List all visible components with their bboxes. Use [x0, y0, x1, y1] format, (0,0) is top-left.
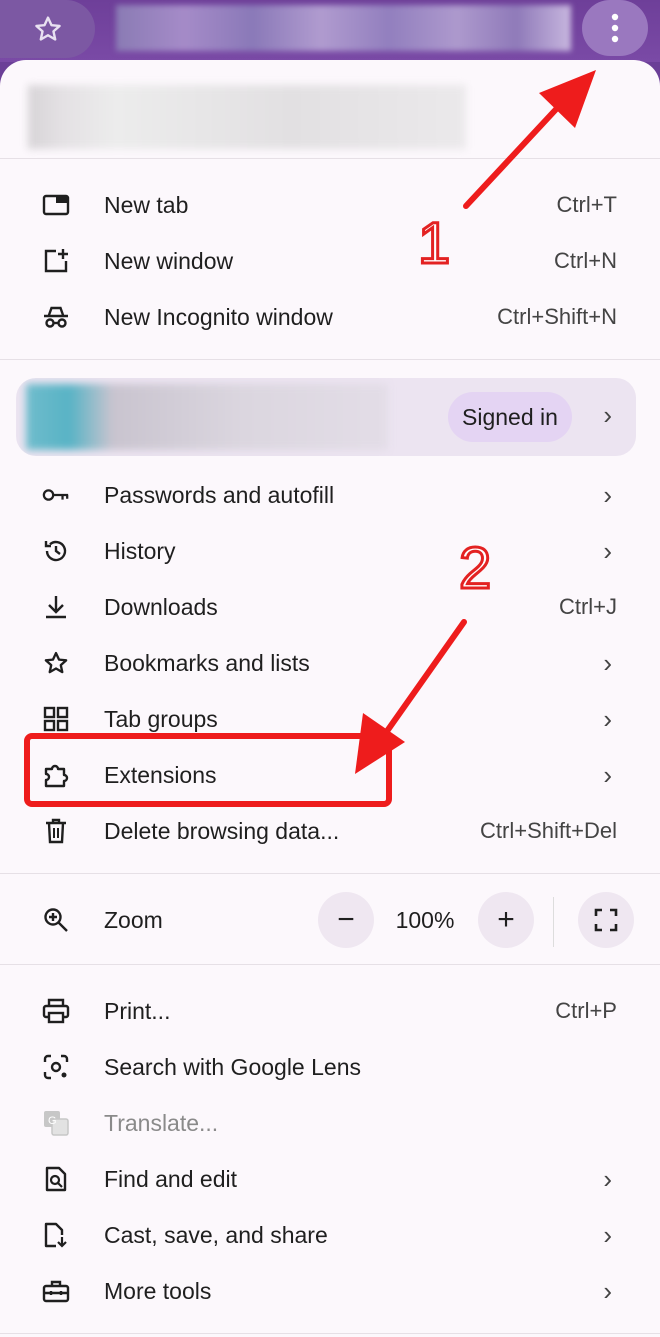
divider — [0, 158, 660, 159]
menu-item-label: Tab groups — [104, 705, 218, 732]
zoom-in-magnifier-icon — [42, 906, 70, 934]
chevron-right-icon: › — [603, 479, 612, 510]
menu-item-translate[interactable]: G Translate... — [0, 1095, 660, 1151]
plus-icon: + — [497, 903, 515, 936]
new-tab-icon — [42, 191, 70, 219]
menu-item-label: New tab — [104, 191, 189, 218]
menu-item-label: Bookmarks and lists — [104, 649, 310, 676]
menu-item-label: History — [104, 537, 176, 564]
chevron-right-icon: › — [603, 1275, 612, 1306]
menu-item-delete-browsing-data[interactable]: Delete browsing data... Ctrl+Shift+Del — [0, 803, 660, 859]
menu-item-shortcut: Ctrl+Shift+Del — [480, 818, 617, 843]
chevron-right-icon: › — [603, 400, 612, 430]
menu-item-shortcut: Ctrl+Shift+N — [497, 304, 617, 329]
zoom-separator — [553, 897, 554, 947]
step-number-1: 1 — [416, 210, 451, 278]
divider — [0, 359, 660, 360]
menu-item-label: More tools — [104, 1277, 212, 1304]
grid-icon — [42, 705, 70, 733]
trash-icon — [42, 817, 70, 845]
step-number-2: 2 — [457, 535, 492, 603]
zoom-label: Zoom — [104, 906, 163, 933]
menu-item-label: New Incognito window — [104, 303, 333, 330]
menu-item-label: Search with Google Lens — [104, 1053, 361, 1080]
lens-icon — [42, 1053, 70, 1081]
chevron-right-icon: › — [603, 1219, 612, 1250]
three-dot-menu-icon — [611, 13, 619, 43]
find-icon — [42, 1165, 70, 1193]
menu-item-label: Print... — [104, 997, 171, 1024]
menu-item-find-and-edit[interactable]: Find and edit › — [0, 1151, 660, 1207]
new-window-icon — [42, 247, 70, 275]
browser-toolbar — [0, 0, 660, 62]
menu-item-new-window[interactable]: New window Ctrl+N — [0, 233, 660, 289]
divider — [0, 1333, 660, 1334]
chevron-right-icon: › — [603, 647, 612, 678]
signed-in-badge: Signed in — [448, 392, 572, 442]
download-icon — [42, 593, 70, 621]
menu-item-label: New window — [104, 247, 234, 274]
toolbox-icon — [42, 1277, 70, 1305]
star-outline-icon — [34, 16, 61, 41]
menu-item-search-with-google-lens[interactable]: Search with Google Lens — [0, 1039, 660, 1095]
chrome-menu-button[interactable] — [582, 0, 648, 56]
menu-item-label: Find and edit — [104, 1165, 237, 1192]
menu-item-label: Cast, save, and share — [104, 1221, 328, 1248]
translate-icon: G — [42, 1109, 70, 1137]
menu-item-cast-save-and-share[interactable]: Cast, save, and share › — [0, 1207, 660, 1263]
profile-account-redacted — [26, 384, 388, 450]
history-icon — [42, 537, 70, 565]
menu-item-shortcut: Ctrl+T — [556, 192, 618, 217]
chevron-right-icon: › — [603, 535, 612, 566]
divider — [0, 873, 660, 874]
delete-browsing-data-highlight-box — [24, 733, 392, 807]
profile-signed-in-row[interactable]: Signed in › — [16, 378, 636, 456]
print-icon — [42, 997, 70, 1025]
menu-item-more-tools[interactable]: More tools › — [0, 1263, 660, 1319]
menu-item-shortcut: Ctrl+P — [555, 998, 617, 1023]
bookmark-star-button[interactable] — [0, 0, 95, 58]
menu-item-downloads[interactable]: Downloads Ctrl+J — [0, 579, 660, 635]
menu-item-history[interactable]: History › — [0, 523, 660, 579]
menu-item-new-tab[interactable]: New tab Ctrl+T — [0, 177, 660, 233]
svg-text:G: G — [48, 1115, 57, 1127]
chrome-main-menu: New tab Ctrl+T New window Ctrl+N New Inc… — [0, 60, 660, 1337]
menu-item-label: Downloads — [104, 593, 218, 620]
star-icon — [42, 649, 70, 677]
menu-item-shortcut: Ctrl+J — [558, 594, 617, 619]
profile-header-redacted — [28, 85, 466, 149]
chevron-right-icon: › — [603, 703, 612, 734]
zoom-out-button[interactable]: − — [318, 892, 374, 948]
zoom-in-button[interactable]: + — [478, 892, 534, 948]
menu-item-passwords-and-autofill[interactable]: Passwords and autofill › — [0, 467, 660, 523]
divider — [0, 964, 660, 965]
menu-item-bookmarks-and-lists[interactable]: Bookmarks and lists › — [0, 635, 660, 691]
chevron-right-icon: › — [603, 1163, 612, 1194]
menu-item-print[interactable]: Print... Ctrl+P — [0, 983, 660, 1039]
key-icon — [42, 481, 70, 509]
chevron-right-icon: › — [603, 759, 612, 790]
menu-item-label: Passwords and autofill — [104, 481, 335, 508]
minus-icon: − — [337, 903, 355, 936]
menu-item-shortcut: Ctrl+N — [554, 248, 617, 273]
address-bar-redacted[interactable] — [116, 5, 571, 51]
menu-item-label: Translate... — [104, 1109, 219, 1136]
zoom-level-value: 100% — [395, 907, 455, 933]
fullscreen-button[interactable] — [578, 892, 634, 948]
menu-item-new-incognito-window[interactable]: New Incognito window Ctrl+Shift+N — [0, 289, 660, 345]
fullscreen-icon — [594, 908, 618, 932]
menu-item-label: Delete browsing data... — [104, 817, 340, 844]
cast-icon — [42, 1221, 70, 1249]
incognito-icon — [42, 303, 70, 331]
